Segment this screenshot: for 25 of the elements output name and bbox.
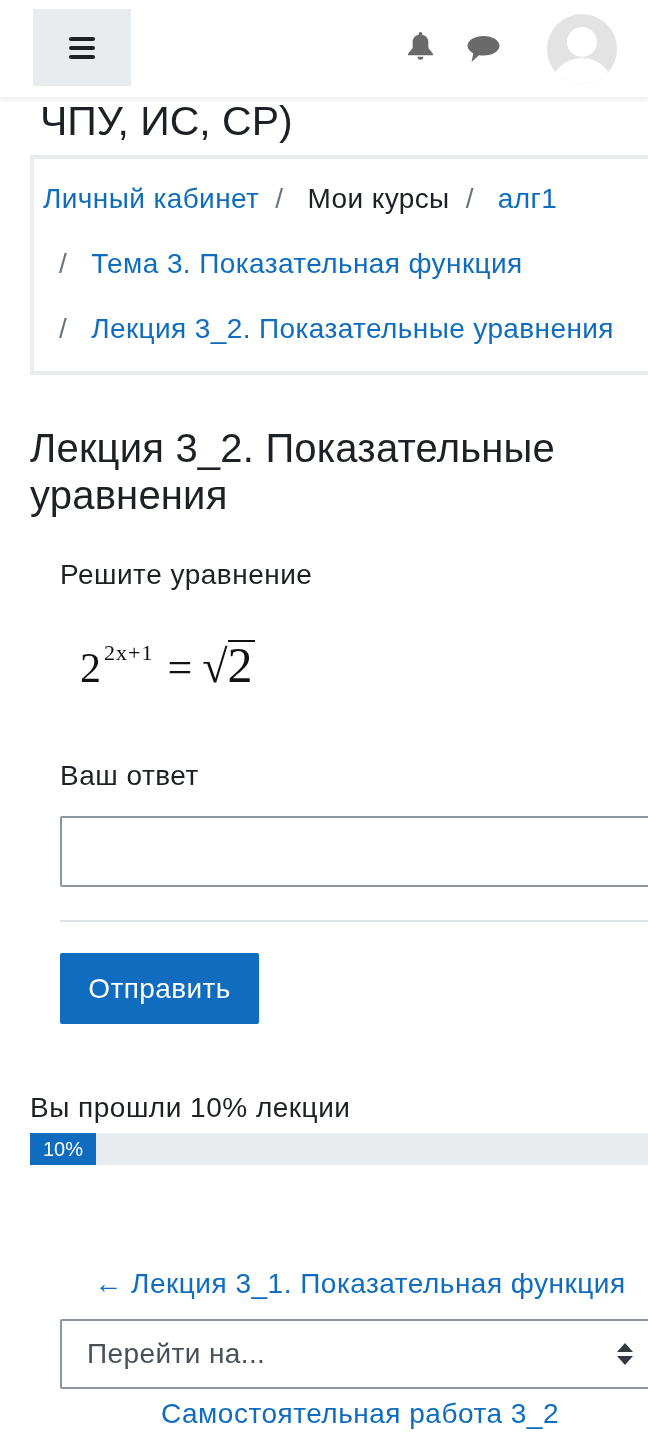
answer-field[interactable] [60, 816, 648, 887]
progress-label: Вы прошли 10% лекции [30, 1091, 352, 1125]
progress-percent: 10% [43, 1137, 83, 1161]
bell-icon[interactable] [407, 31, 434, 63]
breadcrumb-separator: / [59, 312, 68, 345]
jump-select[interactable]: Перейти на... [60, 1319, 648, 1389]
previous-lesson-link[interactable]: ← Лекция 3_1. Показательная функция [94, 1268, 626, 1299]
breadcrumb-link[interactable]: алг1 [497, 182, 558, 215]
breadcrumb-separator: / [275, 182, 284, 215]
breadcrumb-link[interactable]: Личный кабинет [43, 182, 260, 215]
speech-bubble-icon[interactable] [467, 34, 500, 63]
breadcrumb-separator: / [465, 182, 474, 215]
breadcrumb-text: Мои курсы [307, 182, 450, 215]
next-lesson-link[interactable]: Самостоятельная работа 3_2 [161, 1398, 559, 1429]
breadcrumb-separator: / [59, 247, 68, 280]
answer-label: Ваш ответ [60, 759, 200, 793]
question-prompt: Решите уравнение [60, 558, 314, 592]
menu-button[interactable] [33, 9, 131, 86]
submit-button[interactable]: Отправить [60, 953, 259, 1024]
menu-icon [69, 36, 95, 59]
breadcrumb-link[interactable]: Лекция 3_2. Показательные уравнения [91, 312, 614, 345]
page-title: ЧПУ, ИС, СР) [40, 99, 293, 143]
lesson-title: Лекция 3_2. Показательные уравнения [30, 425, 556, 519]
breadcrumb-link[interactable]: Тема 3. Показательная функция [91, 247, 523, 280]
sort-arrows-icon [617, 1343, 633, 1365]
